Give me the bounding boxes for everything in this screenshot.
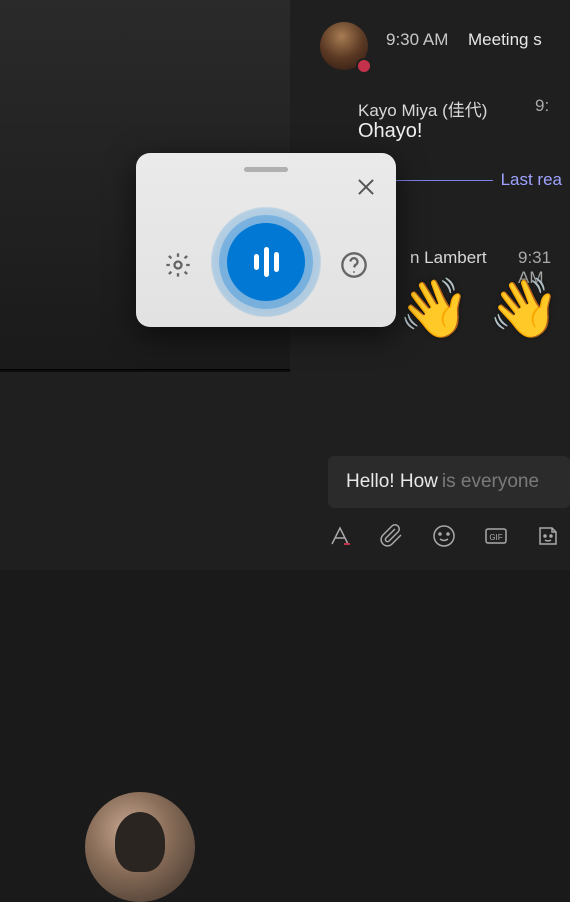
last-read-label: Last rea [493,170,570,190]
emoji-icon[interactable] [432,524,456,548]
message-emojis: 👋 👋 [398,280,560,338]
message-text: Ohayo! [358,120,422,143]
dictate-button[interactable] [227,223,305,301]
message-sender: Kayo Miya (佳代) [358,96,487,121]
svg-text:GIF: GIF [489,533,502,542]
gif-icon[interactable]: GIF [484,524,508,548]
message-sender: n Lambert [410,248,487,268]
dictation-panel[interactable] [136,153,396,327]
mic-glow [212,208,320,316]
settings-button[interactable] [164,251,192,279]
video-tile[interactable] [0,372,290,570]
compose-placeholder: is everyone [442,471,539,493]
message-time: 9:30 AM [386,30,448,50]
attach-icon[interactable] [380,524,404,548]
help-button[interactable] [340,251,368,279]
help-icon [340,251,368,279]
avatar [85,792,195,902]
format-icon[interactable] [328,524,352,548]
gear-icon [164,251,192,279]
wave-emoji: 👋 [488,280,560,338]
compose-toolbar: GIF [328,524,560,548]
drag-handle[interactable] [244,167,288,172]
compose-typed-text: Hello! How [346,471,438,493]
close-button[interactable] [356,177,376,197]
presence-busy-icon [356,58,372,74]
soundwave-icon [254,247,279,277]
wave-emoji: 👋 [398,280,470,338]
message-subject: Meeting s [468,30,542,50]
message-time: 9: [535,96,549,116]
sticker-icon[interactable] [536,524,560,548]
compose-input[interactable]: Hello! How is everyone [328,456,570,508]
